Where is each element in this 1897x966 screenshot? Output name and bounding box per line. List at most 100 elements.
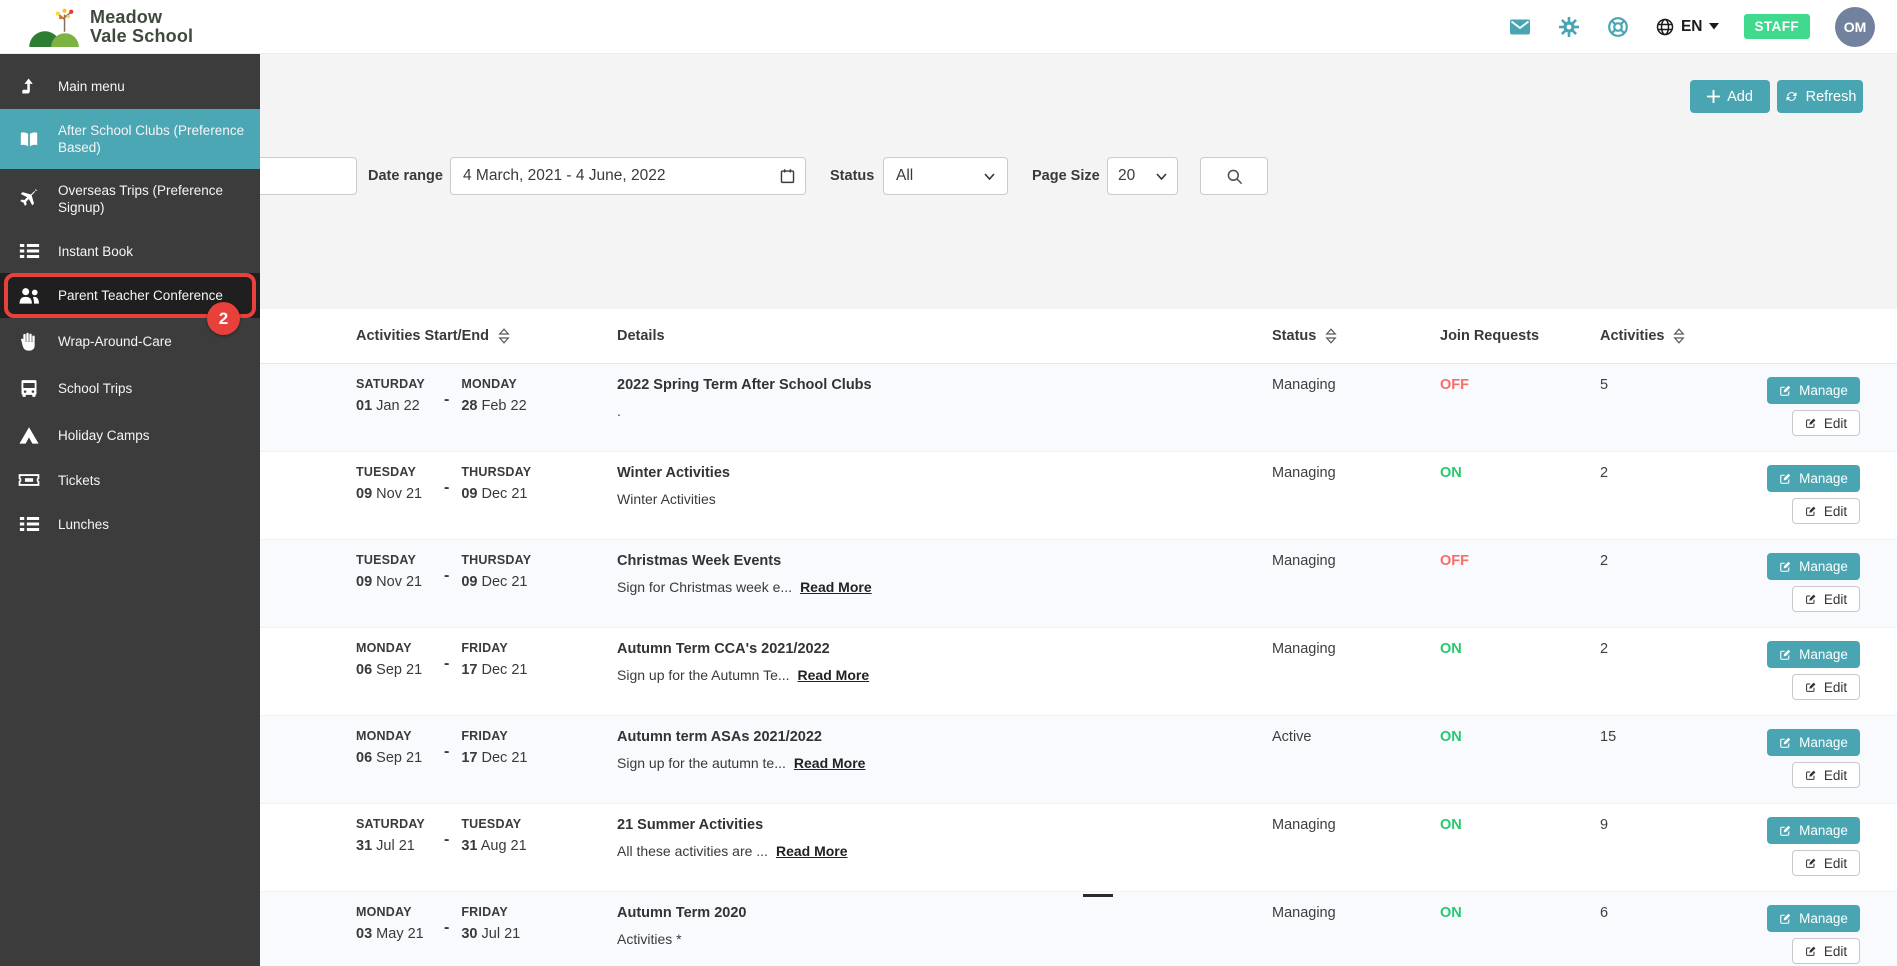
sidebar-item-overseas-trips[interactable]: Overseas Trips (Preference Signup) <box>0 169 260 229</box>
edit-button[interactable]: Edit <box>1792 586 1860 612</box>
plane-icon <box>0 188 58 210</box>
read-more-link[interactable]: Read More <box>776 843 848 859</box>
details-cell: Autumn term ASAs 2021/2022 Sign up for t… <box>617 729 1272 794</box>
table-header-row: Activities Start/End Details Status Join… <box>260 309 1897 364</box>
chevron-down-icon <box>1156 172 1167 180</box>
activity-subtitle: Winter Activities <box>617 491 716 507</box>
details-cell: Christmas Week Events Sign for Christmas… <box>617 553 1272 618</box>
top-bar: Meadow Vale School EN STAFF OM <box>0 0 1897 54</box>
actions-cell: Manage Edit <box>1710 729 1860 794</box>
sidebar-nav: Main menu After School Clubs (Preference… <box>0 53 260 966</box>
activities-count-cell: 9 <box>1600 817 1609 833</box>
manage-button[interactable]: Manage <box>1767 817 1860 844</box>
details-cell: 21 Summer Activities All these activitie… <box>617 817 1272 882</box>
sidebar-item-after-school-clubs[interactable]: After School Clubs (Preference Based) <box>0 109 260 169</box>
edit-button[interactable]: Edit <box>1792 674 1860 700</box>
status-select[interactable]: All <box>883 157 1008 195</box>
refresh-button[interactable]: Refresh <box>1777 80 1863 113</box>
status-filter-label: Status <box>830 168 875 184</box>
sidebar-item-main-menu[interactable]: Main menu <box>0 63 260 109</box>
sidebar-item-holiday-camps[interactable]: Holiday Camps <box>0 412 260 458</box>
edit-pencil-icon <box>1780 385 1791 396</box>
column-status[interactable]: Status <box>1272 328 1440 344</box>
edit-pencil-icon <box>1780 649 1791 660</box>
dates-cell: TUESDAY 09 Nov 21 THURSDAY 09 Dec 21 <box>356 553 617 618</box>
sort-icon[interactable] <box>1325 328 1337 344</box>
date-separator <box>444 743 449 794</box>
edit-button[interactable]: Edit <box>1792 938 1860 964</box>
ticket-icon <box>0 471 58 489</box>
edit-pencil-icon <box>1805 770 1816 780</box>
table-row: SATURDAY 01 Jan 22 MONDAY 28 Feb 22 2022… <box>260 364 1897 452</box>
sidebar-item-parent-teacher-conference[interactable]: Parent Teacher Conference 2 <box>0 273 260 335</box>
activity-title: Winter Activities <box>617 465 730 481</box>
date-separator <box>444 479 449 530</box>
edit-button[interactable]: Edit <box>1792 850 1860 876</box>
activity-title: Autumn Term CCA's 2021/2022 <box>617 641 830 657</box>
edit-pencil-icon <box>1780 737 1791 748</box>
table-row: MONDAY 06 Sep 21 FRIDAY 17 Dec 21 Autumn… <box>260 716 1897 804</box>
edit-pencil-icon <box>1805 506 1816 516</box>
messages-icon[interactable] <box>1508 15 1532 39</box>
app-window: Meadow Vale School EN STAFF OM Main menu… <box>0 0 1897 966</box>
edit-button[interactable]: Edit <box>1792 762 1860 788</box>
hand-icon <box>0 331 58 352</box>
sort-icon[interactable] <box>1673 328 1686 344</box>
edit-pencil-icon <box>1780 473 1791 484</box>
filter-text-input[interactable] <box>245 157 357 195</box>
sidebar-item-tickets[interactable]: Tickets <box>0 458 260 502</box>
edit-pencil-icon <box>1780 913 1791 924</box>
edit-pencil-icon <box>1805 594 1816 604</box>
edit-pencil-icon <box>1805 682 1816 692</box>
read-more-link[interactable]: Read More <box>794 755 866 771</box>
join-requests-cell: ON <box>1440 729 1462 745</box>
date-range-input[interactable]: 4 March, 2021 - 4 June, 2022 <box>450 157 770 195</box>
activities-count-cell: 15 <box>1600 729 1617 745</box>
page-size-select[interactable]: 20 <box>1107 157 1178 195</box>
activity-subtitle: All these activities are ... <box>617 843 768 859</box>
date-separator <box>444 391 449 442</box>
calendar-button[interactable] <box>769 157 806 195</box>
manage-button[interactable]: Manage <box>1767 641 1860 668</box>
activities-count-cell: 5 <box>1600 377 1609 393</box>
activity-title: Autumn Term 2020 <box>617 905 747 921</box>
manage-button[interactable]: Manage <box>1767 905 1860 932</box>
join-requests-cell: ON <box>1440 905 1462 921</box>
edit-button[interactable]: Edit <box>1792 498 1860 524</box>
edit-pencil-icon <box>1805 418 1816 428</box>
add-button[interactable]: Add <box>1690 80 1770 113</box>
refresh-icon <box>1786 92 1797 101</box>
sidebar-item-instant-book[interactable]: Instant Book <box>0 229 260 273</box>
list-icon <box>0 515 58 533</box>
table-body: SATURDAY 01 Jan 22 MONDAY 28 Feb 22 2022… <box>260 364 1897 966</box>
manage-button[interactable]: Manage <box>1767 465 1860 492</box>
language-selector[interactable]: EN <box>1655 17 1719 37</box>
user-avatar[interactable]: OM <box>1835 6 1875 47</box>
read-more-link[interactable]: Read More <box>800 579 872 595</box>
manage-button[interactable]: Manage <box>1767 553 1860 580</box>
table-row: TUESDAY 09 Nov 21 THURSDAY 09 Dec 21 Win… <box>260 452 1897 540</box>
manage-button[interactable]: Manage <box>1767 729 1860 756</box>
table-row: MONDAY 03 May 21 FRIDAY 30 Jul 21 Autumn… <box>260 892 1897 966</box>
actions-cell: Manage Edit <box>1710 377 1860 442</box>
manage-button[interactable]: Manage <box>1767 377 1860 404</box>
date-separator <box>444 567 449 618</box>
actions-cell: Manage Edit <box>1710 905 1860 966</box>
read-more-link[interactable]: Read More <box>798 667 870 683</box>
edit-button[interactable]: Edit <box>1792 410 1860 436</box>
dates-cell: MONDAY 06 Sep 21 FRIDAY 17 Dec 21 <box>356 641 617 706</box>
sidebar-item-lunches[interactable]: Lunches <box>0 502 260 546</box>
column-activities-start-end[interactable]: Activities Start/End <box>356 328 617 344</box>
details-cell: Winter Activities Winter ActivitiesRead … <box>617 465 1272 530</box>
column-activities[interactable]: Activities <box>1600 328 1710 344</box>
search-button[interactable] <box>1200 157 1268 195</box>
edit-pencil-icon <box>1780 561 1791 572</box>
sort-icon[interactable] <box>498 328 510 344</box>
tent-icon <box>0 425 58 445</box>
sidebar-item-school-trips[interactable]: School Trips <box>0 365 260 412</box>
join-requests-cell: OFF <box>1440 553 1469 569</box>
settings-gear-icon[interactable] <box>1557 15 1581 39</box>
actions-cell: Manage Edit <box>1710 553 1860 618</box>
edit-pencil-icon <box>1805 858 1816 868</box>
help-lifering-icon[interactable] <box>1606 15 1630 39</box>
